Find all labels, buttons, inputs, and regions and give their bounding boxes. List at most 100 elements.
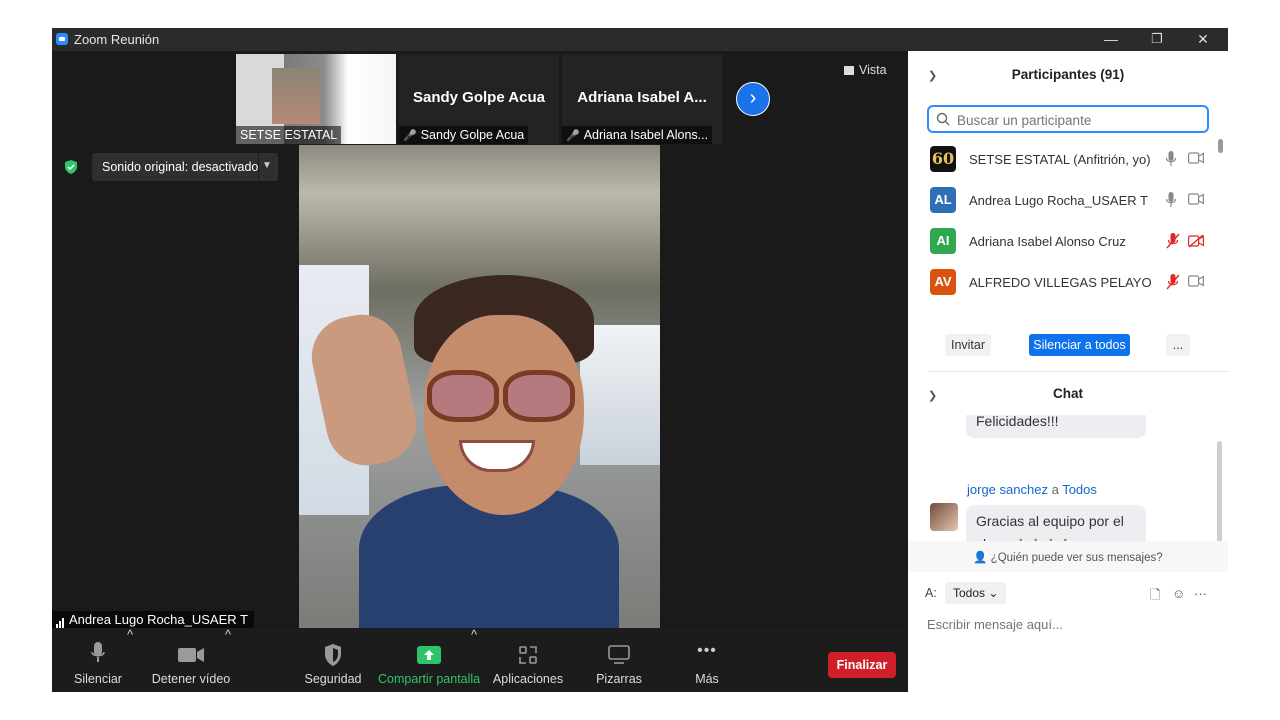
participant-row[interactable] xyxy=(908,303,1218,305)
chat-input[interactable] xyxy=(925,613,1209,635)
eyeglasses xyxy=(503,370,575,422)
minimize-button[interactable]: — xyxy=(1088,28,1134,51)
participants-more-button[interactable]: ... xyxy=(1166,334,1190,356)
share-screen-button[interactable]: Compartir pantalla xyxy=(378,628,480,692)
title-bar: Zoom Reunión — ❐ ✕ xyxy=(52,28,1228,51)
participant-row[interactable]: AI Adriana Isabel Alonso Cruz xyxy=(908,221,1218,262)
video-camera-icon[interactable] xyxy=(1188,152,1204,164)
participant-name: Andrea Lugo Rocha_USAER T xyxy=(969,193,1148,208)
grid-icon xyxy=(844,66,854,75)
webcam-preview xyxy=(272,68,320,124)
participants-scrollbar[interactable] xyxy=(1218,139,1223,305)
microphone-icon[interactable] xyxy=(1166,151,1176,167)
security-button[interactable]: Seguridad xyxy=(304,628,362,692)
muted-microphone-icon[interactable] xyxy=(1166,233,1180,249)
chevron-up-icon[interactable]: ^ xyxy=(125,628,135,692)
divider xyxy=(258,153,259,181)
participant-name: SETSE ESTATAL (Anfitrión, yo) xyxy=(969,152,1151,167)
recipient-select[interactable]: Todos ⌄ xyxy=(945,582,1007,604)
avatar: AL xyxy=(930,187,956,213)
apps-icon xyxy=(519,646,537,664)
more-button[interactable]: ••• Más xyxy=(682,628,732,692)
microphone-icon xyxy=(91,642,105,662)
zoom-app-icon xyxy=(56,33,68,45)
participant-search-input[interactable] xyxy=(955,110,1204,130)
avatar: AV xyxy=(930,269,956,295)
participant-search[interactable] xyxy=(927,105,1209,133)
restore-button[interactable]: ❐ xyxy=(1134,28,1180,51)
more-dots-icon: ••• xyxy=(697,642,717,659)
original-sound-button[interactable]: Sonido original: desactivado ▼ xyxy=(92,153,278,181)
muted-mic-icon: 🎤 xyxy=(566,130,580,142)
video-camera-icon[interactable] xyxy=(1188,193,1204,205)
side-panel: ❯ Participantes (91) 60 SETSE ESTATAL (A… xyxy=(908,51,1228,692)
video-off-icon[interactable] xyxy=(1188,234,1204,248)
search-icon xyxy=(936,112,950,126)
video-camera-icon[interactable] xyxy=(1188,275,1204,287)
window-title: Zoom Reunión xyxy=(74,32,160,47)
thumbnail-display-name: Sandy Golpe Acua xyxy=(413,89,545,106)
emoji-icon[interactable]: ☺ xyxy=(1172,586,1185,601)
close-button[interactable]: ✕ xyxy=(1180,28,1226,51)
original-sound-label: Sonido original: desactivado xyxy=(102,160,259,174)
participant-row[interactable]: 60 SETSE ESTATAL (Anfitrión, yo) xyxy=(908,139,1218,180)
chevron-up-icon[interactable]: ^ xyxy=(469,628,479,692)
chevron-down-icon: ⌄ xyxy=(988,586,999,600)
participant-name: Adriana Isabel Alonso Cruz xyxy=(969,234,1126,249)
whiteboard-icon xyxy=(608,645,630,664)
microphone-icon[interactable] xyxy=(1166,192,1176,208)
scroll-thumb[interactable] xyxy=(1218,139,1223,153)
thumbnail-setse[interactable]: SETSE ESTATAL xyxy=(236,54,396,144)
active-speaker-label: Andrea Lugo Rocha_USAER T xyxy=(52,611,254,628)
apps-button[interactable]: Aplicaciones xyxy=(492,628,564,692)
to-label: A: xyxy=(925,586,937,600)
avatar: 60 xyxy=(930,146,956,172)
participant-list: 60 SETSE ESTATAL (Anfitrión, yo) AL Andr… xyxy=(908,139,1218,305)
thumbnail-name: SETSE ESTATAL xyxy=(236,126,342,144)
participants-title: Participantes (91) xyxy=(1011,67,1125,82)
share-screen-icon xyxy=(417,646,441,664)
stop-video-button[interactable]: Detener vídeo xyxy=(150,628,232,692)
end-meeting-button[interactable]: Finalizar xyxy=(828,652,896,678)
muted-mic-icon: 🎤 xyxy=(403,130,417,142)
zoom-window: Zoom Reunión — ❐ ✕ SETSE ESTATAL Sandy G… xyxy=(52,28,1228,692)
participant-row[interactable]: AL Andrea Lugo Rocha_USAER T xyxy=(908,180,1218,221)
invite-button[interactable]: Invitar xyxy=(945,334,991,356)
chat-sender[interactable]: jorge sanchez xyxy=(967,482,1048,497)
who-can-see-link[interactable]: 👤 ¿Quién puede ver sus mensajes? xyxy=(908,550,1228,564)
thumbnail-adriana[interactable]: Adriana Isabel A... 🎤 Adriana Isabel Alon… xyxy=(562,54,722,144)
chevron-right-icon: › xyxy=(749,87,757,109)
user-icon: 👤 xyxy=(973,552,988,564)
muted-microphone-icon[interactable] xyxy=(1166,274,1180,290)
eyeglasses xyxy=(427,370,499,422)
shield-icon xyxy=(65,160,77,174)
active-speaker-video xyxy=(299,145,660,628)
participant-name: ALFREDO VILLEGAS PELAYO xyxy=(969,275,1152,290)
signal-icon xyxy=(56,611,65,628)
chat-sender-line: jorge sanchez a Todos xyxy=(967,482,1097,497)
avatar xyxy=(930,503,958,531)
mute-all-button[interactable]: Silenciar a todos xyxy=(1029,334,1130,356)
view-button[interactable]: Vista xyxy=(844,63,887,77)
video-camera-icon xyxy=(178,648,204,662)
thumbnail-sandy[interactable]: Sandy Golpe Acua 🎤 Sandy Golpe Acua xyxy=(399,54,559,144)
file-icon[interactable]: 🗋 xyxy=(1150,586,1160,608)
thumbnail-name: 🎤 Adriana Isabel Alons... xyxy=(562,126,713,144)
participant-row[interactable]: AV ALFREDO VILLEGAS PELAYO xyxy=(908,262,1218,303)
divider xyxy=(928,371,1228,372)
next-page-button[interactable]: › xyxy=(736,82,770,116)
chat-message: Felicidades!!! xyxy=(966,415,1146,438)
thumbnail-display-name: Adriana Isabel A... xyxy=(577,89,707,106)
whiteboards-button[interactable]: Pizarras xyxy=(590,628,648,692)
chat-recipient[interactable]: Todos xyxy=(1062,482,1097,497)
video-area: SETSE ESTATAL Sandy Golpe Acua 🎤 Sandy Go… xyxy=(52,51,908,628)
avatar: AI xyxy=(930,228,956,254)
caret-down-icon[interactable]: ▼ xyxy=(262,152,272,180)
mute-button[interactable]: Silenciar xyxy=(70,628,126,692)
shield-icon xyxy=(325,644,341,666)
chat-title: Chat xyxy=(1053,386,1083,401)
more-dots-icon[interactable]: ··· xyxy=(1194,586,1207,601)
thumbnail-name: 🎤 Sandy Golpe Acua xyxy=(399,126,529,144)
meeting-toolbar: Silenciar ^ Detener vídeo ^ Seguridad Co… xyxy=(52,628,908,692)
chevron-up-icon[interactable]: ^ xyxy=(223,628,233,692)
